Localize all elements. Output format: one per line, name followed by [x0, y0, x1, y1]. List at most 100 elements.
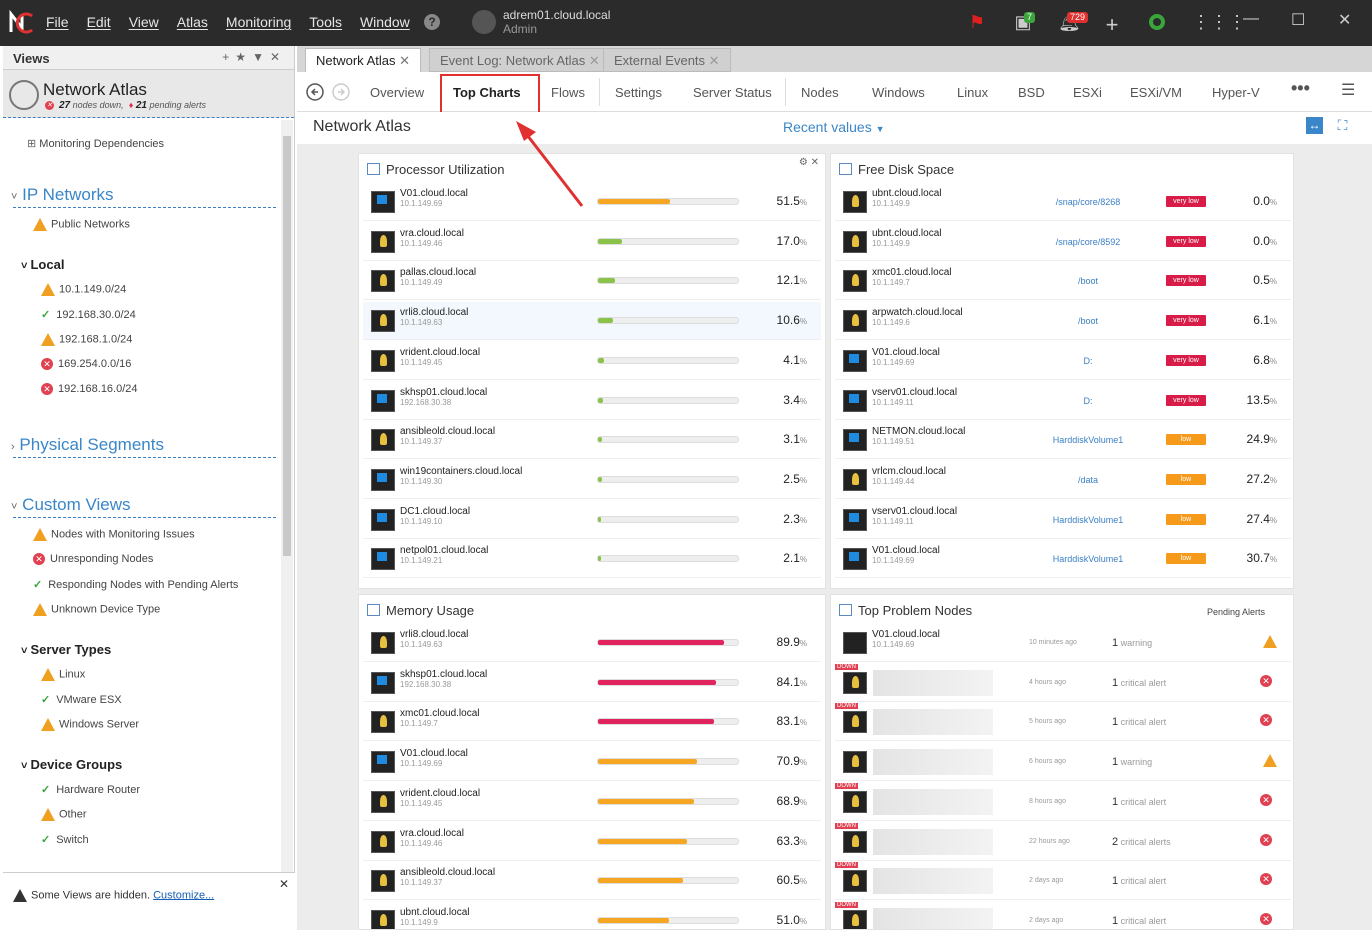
flag-icon[interactable]: ⚑ — [966, 12, 988, 34]
tree-item-public-networks[interactable]: Public Networks — [33, 218, 130, 231]
table-row[interactable]: pallas.cloud.local 10.1.149.49 12.1% — [363, 262, 821, 301]
nav-settings[interactable]: Settings — [615, 85, 662, 100]
fit-width-icon[interactable]: ↔ — [1306, 117, 1323, 134]
tree-item[interactable]: Other — [41, 808, 87, 821]
tab-event-log[interactable]: Event Log: Network Atlas ✕ — [429, 48, 611, 72]
node-name[interactable]: vrli8.cloud.local — [400, 307, 468, 318]
menu-monitoring[interactable]: Monitoring — [226, 14, 291, 30]
back-icon[interactable] — [306, 83, 324, 101]
nav-flows[interactable]: Flows — [551, 85, 585, 100]
table-row[interactable]: vra.cloud.local 10.1.149.46 63.3% — [363, 823, 821, 861]
warning-icon[interactable] — [1263, 635, 1277, 648]
node-name[interactable]: vra.cloud.local — [400, 228, 464, 239]
table-row[interactable]: netpol01.cloud.local 10.1.149.21 2.1% — [363, 540, 821, 579]
node-name[interactable]: ubnt.cloud.local — [872, 188, 942, 199]
close-icon[interactable]: ✕ — [399, 53, 410, 68]
section-physical-segments[interactable]: › Physical Segments — [11, 435, 164, 455]
tree-item[interactable]: Unknown Device Type — [33, 603, 160, 616]
node-name[interactable]: vrident.cloud.local — [400, 347, 480, 358]
node-name[interactable]: vserv01.cloud.local — [872, 387, 957, 398]
nav-overview[interactable]: Overview — [370, 85, 424, 100]
table-row[interactable]: arpwatch.cloud.local 10.1.149.6/boot very … — [835, 302, 1291, 341]
table-row[interactable]: ubnt.cloud.local 10.1.149.9/snap/core/826… — [835, 183, 1291, 221]
table-row[interactable]: V01.cloud.local 10.1.149.69 HarddiskVolume… — [835, 540, 1291, 579]
node-name[interactable]: xmc01.cloud.local — [400, 708, 479, 719]
table-row[interactable]: vserv01.cloud.local 10.1.149.11 HarddiskVo… — [835, 501, 1291, 539]
node-name[interactable]: ubnt.cloud.local — [872, 228, 942, 239]
tab-external-events[interactable]: External Events ✕ — [603, 48, 731, 72]
nav-windows[interactable]: Windows — [872, 85, 925, 100]
node-name[interactable]: skhsp01.cloud.local — [400, 387, 487, 398]
table-row[interactable]: DOWN 4 hours ago 1 critical alert ✕ — [835, 663, 1291, 702]
maximize-icon[interactable]: ☐ — [1291, 10, 1305, 30]
close-icon[interactable]: ✕ — [709, 53, 720, 68]
nav-nodes[interactable]: Nodes — [801, 85, 839, 100]
nav-esxi-vm[interactable]: ESXi/VM — [1130, 85, 1182, 100]
tree-item[interactable]: ✓ 192.168.30.0/24 — [41, 308, 136, 321]
node-name[interactable]: netpol01.cloud.local — [400, 545, 488, 556]
hamburger-menu-icon[interactable]: ☰ — [1341, 80, 1355, 100]
table-row[interactable]: ubnt.cloud.local 10.1.149.9 51.0% — [363, 902, 821, 929]
table-row[interactable]: xmc01.cloud.local 10.1.149.7/boot very low… — [835, 262, 1291, 301]
menu-edit[interactable]: Edit — [87, 14, 111, 30]
help-icon[interactable]: ? — [424, 14, 440, 30]
recent-values-dropdown[interactable]: Recent values ▼ — [783, 119, 885, 135]
table-row[interactable]: vrlcm.cloud.local 10.1.149.44/data low 27.2… — [835, 461, 1291, 499]
scrollbar-thumb[interactable] — [283, 136, 291, 556]
tree-item[interactable]: Windows Server — [41, 718, 139, 731]
table-row[interactable]: win19containers.cloud.local 10.1.149.30 2.… — [363, 461, 821, 499]
nav-server-status[interactable]: Server Status — [693, 85, 772, 100]
warning-icon[interactable] — [1263, 754, 1277, 768]
node-name[interactable]: DC1.cloud.local — [400, 506, 470, 517]
node-name[interactable]: vra.cloud.local — [400, 828, 464, 839]
node-name[interactable]: pallas.cloud.local — [400, 267, 476, 278]
table-row[interactable]: ansibleold.cloud.local 10.1.149.37 3.1% — [363, 421, 821, 460]
table-row[interactable]: ubnt.cloud.local 10.1.149.9/snap/core/859… — [835, 223, 1291, 261]
node-name[interactable]: ansibleold.cloud.local — [400, 426, 495, 437]
node-name[interactable]: vrident.cloud.local — [400, 788, 480, 799]
node-name[interactable]: V01.cloud.local — [872, 629, 940, 640]
error-icon[interactable]: ✕ — [1260, 674, 1272, 687]
views-scrollbar[interactable] — [281, 120, 293, 915]
tree-item[interactable]: 10.1.149.0/24 — [41, 283, 126, 296]
tree-item[interactable]: 192.168.1.0/24 — [41, 333, 132, 346]
status-icon[interactable] — [1146, 12, 1168, 34]
nav-hyper-v[interactable]: Hyper-V — [1212, 85, 1260, 100]
table-row[interactable]: V01.cloud.local 10.1.149.69 10 minutes ago… — [835, 624, 1291, 662]
tree-item-dependencies[interactable]: ⊞ Monitoring Dependencies — [27, 137, 164, 150]
nav-bsd[interactable]: BSD — [1018, 85, 1045, 100]
tree-item[interactable]: ✓ Switch — [41, 833, 89, 846]
node-name[interactable]: V01.cloud.local — [872, 545, 940, 556]
node-name[interactable]: vrli8.cloud.local — [400, 629, 468, 640]
menu-view[interactable]: View — [129, 14, 159, 30]
table-row[interactable]: vrident.cloud.local 10.1.149.45 4.1% — [363, 342, 821, 380]
table-row[interactable]: 6 hours ago 1 warning — [835, 743, 1291, 782]
table-row[interactable]: V01.cloud.local 10.1.149.69 51.5% — [363, 183, 821, 221]
table-row[interactable]: DC1.cloud.local 10.1.149.10 2.3% — [363, 501, 821, 539]
table-row[interactable]: DOWN 8 hours ago 1 critical alert ✕ — [835, 782, 1291, 821]
table-row[interactable]: DOWN 2 days ago 1 critical alert ✕ — [835, 862, 1291, 901]
group-server-types[interactable]: ˅ Server Types — [21, 642, 111, 657]
tree-item[interactable]: ✕ 169.254.0.0/16 — [41, 358, 131, 371]
table-row[interactable]: NETMON.cloud.local 10.1.149.51 HarddiskVol… — [835, 421, 1291, 460]
group-device-groups[interactable]: ˅ Device Groups — [21, 757, 122, 772]
menu-window[interactable]: Window — [360, 14, 410, 30]
tree-item[interactable]: ✓ Hardware Router — [41, 783, 140, 796]
tree-item[interactable]: ✓ VMware ESX — [41, 693, 122, 706]
nav-linux[interactable]: Linux — [957, 85, 988, 100]
table-row[interactable]: DOWN 5 hours ago 1 critical alert ✕ — [835, 703, 1291, 742]
nav-esxi[interactable]: ESXi — [1073, 85, 1102, 100]
node-name[interactable]: arpwatch.cloud.local — [872, 307, 963, 318]
error-icon[interactable]: ✕ — [1260, 793, 1272, 806]
close-icon[interactable]: ✕ — [589, 53, 600, 68]
node-name[interactable]: win19containers.cloud.local — [400, 466, 522, 477]
menu-tools[interactable]: Tools — [309, 14, 342, 30]
close-icon[interactable]: ✕ — [279, 877, 289, 891]
add-icon[interactable]: + — [1101, 12, 1123, 37]
close-window-icon[interactable]: ✕ — [1338, 10, 1351, 30]
node-name[interactable]: V01.cloud.local — [872, 347, 940, 358]
tab-network-atlas[interactable]: Network Atlas ✕ — [305, 48, 422, 72]
table-row[interactable]: ansibleold.cloud.local 10.1.149.37 60.5% — [363, 862, 821, 901]
tree-item[interactable]: Nodes with Monitoring Issues — [33, 528, 195, 541]
table-row[interactable]: V01.cloud.local 10.1.149.69 D: very low 6.8% — [835, 342, 1291, 380]
